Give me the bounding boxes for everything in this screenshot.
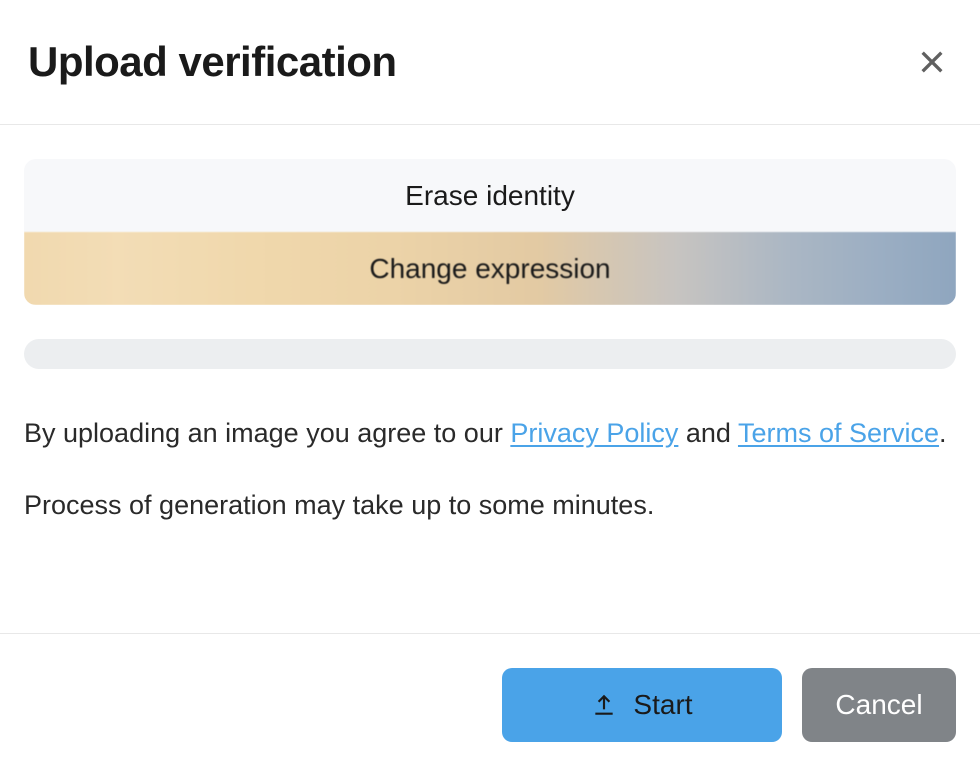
option-label: Change expression [369,253,610,285]
option-label: Erase identity [405,180,575,212]
upload-verification-modal: Upload verification Erase identity Chang… [0,0,980,760]
cancel-button-label: Cancel [835,689,922,721]
modal-title: Upload verification [28,38,397,86]
agreement-prefix: By uploading an image you agree to our [24,418,510,448]
modal-footer: Start Cancel [0,633,980,760]
start-button[interactable]: Start [502,668,782,742]
agreement-middle: and [678,418,738,448]
start-button-label: Start [633,689,692,721]
upload-icon [591,692,617,718]
option-change-expression[interactable]: Change expression [24,232,956,305]
option-list: Erase identity Change expression [24,159,956,305]
agreement-suffix: . [939,418,947,448]
agreement-text: By uploading an image you agree to our P… [24,413,956,455]
cancel-button[interactable]: Cancel [802,668,956,742]
close-button[interactable] [912,42,952,82]
generation-note: Process of generation may take up to som… [24,485,956,526]
option-erase-identity[interactable]: Erase identity [24,159,956,232]
terms-of-service-link[interactable]: Terms of Service [738,418,939,448]
close-icon [916,46,948,78]
modal-body: Erase identity Change expression By uplo… [0,125,980,633]
modal-header: Upload verification [0,0,980,125]
privacy-policy-link[interactable]: Privacy Policy [510,418,678,448]
placeholder-bar [24,339,956,369]
